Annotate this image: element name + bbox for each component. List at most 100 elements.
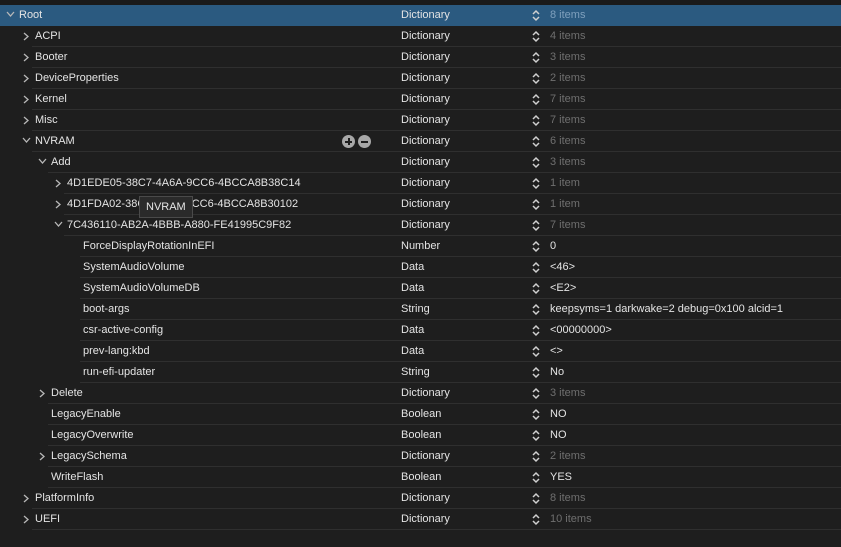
type-popup[interactable]: Boolean	[401, 425, 441, 445]
up-down-stepper-icon[interactable]	[532, 408, 540, 421]
up-down-stepper-icon[interactable]	[532, 471, 540, 484]
outline-row[interactable]: SystemAudioVolume Data <46>	[0, 257, 841, 278]
value-field[interactable]: 8 items	[550, 5, 585, 25]
value-field[interactable]: <E2>	[550, 278, 576, 298]
chevron-right-icon[interactable]	[21, 488, 31, 511]
outline-row[interactable]: Add Dictionary 3 items	[0, 152, 841, 173]
type-popup[interactable]: Boolean	[401, 467, 441, 487]
outline-row[interactable]: ForceDisplayRotationInEFI Number 0	[0, 236, 841, 257]
key-label[interactable]: LegacySchema	[51, 446, 127, 466]
type-popup[interactable]: Dictionary	[401, 89, 450, 109]
up-down-stepper-icon[interactable]	[532, 30, 540, 43]
outline-row[interactable]: Booter Dictionary 3 items	[0, 47, 841, 68]
up-down-stepper-icon[interactable]	[532, 219, 540, 232]
type-popup[interactable]: Data	[401, 320, 424, 340]
up-down-stepper-icon[interactable]	[532, 450, 540, 463]
key-label[interactable]: PlatformInfo	[35, 488, 94, 508]
value-field[interactable]: 7 items	[550, 89, 585, 109]
up-down-stepper-icon[interactable]	[532, 429, 540, 442]
type-popup[interactable]: Dictionary	[401, 68, 450, 88]
value-field[interactable]: 6 items	[550, 131, 585, 151]
chevron-right-icon[interactable]	[21, 68, 31, 91]
up-down-stepper-icon[interactable]	[532, 135, 540, 148]
outline-row[interactable]: run-efi-updater String No	[0, 362, 841, 383]
type-popup[interactable]: Dictionary	[401, 446, 450, 466]
outline-row[interactable]: Misc Dictionary 7 items	[0, 110, 841, 131]
value-field[interactable]: 1 item	[550, 194, 580, 214]
key-label[interactable]: SystemAudioVolume	[83, 257, 185, 277]
outline-row[interactable]: NVRAM Dictionary 6 items	[0, 131, 841, 152]
key-label[interactable]: Delete	[51, 383, 83, 403]
type-popup[interactable]: Number	[401, 236, 440, 256]
key-label[interactable]: Add	[51, 152, 71, 172]
value-field[interactable]: 10 items	[550, 509, 592, 529]
up-down-stepper-icon[interactable]	[532, 177, 540, 190]
outline-row[interactable]: 4D1FDA02-38C7-4A6A-9CC6-4BCCA8B30102Dict…	[0, 194, 841, 215]
outline-row[interactable]: Delete Dictionary 3 items	[0, 383, 841, 404]
type-popup[interactable]: Dictionary	[401, 383, 450, 403]
value-field[interactable]: 1 item	[550, 173, 580, 193]
outline-row[interactable]: WriteFlash Boolean YES	[0, 467, 841, 488]
key-label[interactable]: Misc	[35, 110, 58, 130]
up-down-stepper-icon[interactable]	[532, 240, 540, 253]
type-popup[interactable]: Boolean	[401, 404, 441, 424]
value-field[interactable]: keepsyms=1 darkwake=2 debug=0x100 alcid=…	[550, 299, 783, 319]
value-field[interactable]: 7 items	[550, 215, 585, 235]
value-field[interactable]: 3 items	[550, 383, 585, 403]
key-label[interactable]: UEFI	[35, 509, 60, 529]
up-down-stepper-icon[interactable]	[532, 72, 540, 85]
up-down-stepper-icon[interactable]	[532, 93, 540, 106]
chevron-down-icon[interactable]	[21, 131, 31, 151]
chevron-right-icon[interactable]	[21, 47, 31, 70]
key-label[interactable]: NVRAM	[35, 131, 75, 151]
type-popup[interactable]: Dictionary	[401, 131, 450, 151]
outline-row[interactable]: SystemAudioVolumeDB Data <E2>	[0, 278, 841, 299]
up-down-stepper-icon[interactable]	[532, 198, 540, 211]
chevron-down-icon[interactable]	[53, 215, 63, 235]
key-label[interactable]: WriteFlash	[51, 467, 103, 487]
key-label[interactable]: LegacyEnable	[51, 404, 121, 424]
chevron-right-icon[interactable]	[21, 509, 31, 532]
up-down-stepper-icon[interactable]	[532, 51, 540, 64]
chevron-right-icon[interactable]	[37, 383, 47, 406]
outline-row[interactable]: LegacySchema Dictionary 2 items	[0, 446, 841, 467]
outline-row[interactable]: boot-args String keepsyms=1 darkwake=2 deb…	[0, 299, 841, 320]
value-field[interactable]: 7 items	[550, 110, 585, 130]
plist-outline[interactable]: Root Dictionary 8 items ACPI Dictionary 4 ite…	[0, 5, 841, 530]
chevron-right-icon[interactable]	[53, 173, 63, 196]
key-label[interactable]: run-efi-updater	[83, 362, 155, 382]
up-down-stepper-icon[interactable]	[532, 9, 540, 22]
chevron-right-icon[interactable]	[53, 194, 63, 217]
value-field[interactable]: 2 items	[550, 446, 585, 466]
type-popup[interactable]: Dictionary	[401, 173, 450, 193]
chevron-right-icon[interactable]	[21, 26, 31, 49]
outline-row[interactable]: PlatformInfo Dictionary 8 items	[0, 488, 841, 509]
value-field[interactable]: <00000000>	[550, 320, 612, 340]
value-field[interactable]: 0	[550, 236, 556, 256]
up-down-stepper-icon[interactable]	[532, 303, 540, 316]
chevron-right-icon[interactable]	[21, 110, 31, 133]
key-label[interactable]: DeviceProperties	[35, 68, 119, 88]
value-field[interactable]: No	[550, 362, 564, 382]
up-down-stepper-icon[interactable]	[532, 366, 540, 379]
value-field[interactable]: 2 items	[550, 68, 585, 88]
up-down-stepper-icon[interactable]	[532, 114, 540, 127]
type-popup[interactable]: Dictionary	[401, 488, 450, 508]
type-popup[interactable]: Dictionary	[401, 152, 450, 172]
type-popup[interactable]: Data	[401, 257, 424, 277]
key-label[interactable]: ForceDisplayRotationInEFI	[83, 236, 214, 256]
type-popup[interactable]: String	[401, 299, 430, 319]
outline-row[interactable]: 4D1EDE05-38C7-4A6A-9CC6-4BCCA8B38C14 Dict…	[0, 173, 841, 194]
outline-row[interactable]: LegacyOverwrite Boolean NO	[0, 425, 841, 446]
outline-row[interactable]: prev-lang:kbd Data <>	[0, 341, 841, 362]
outline-row[interactable]: Kernel Dictionary 7 items	[0, 89, 841, 110]
value-field[interactable]: NO	[550, 425, 567, 445]
value-field[interactable]: 3 items	[550, 47, 585, 67]
chevron-down-icon[interactable]	[5, 5, 15, 25]
up-down-stepper-icon[interactable]	[532, 261, 540, 274]
chevron-right-icon[interactable]	[21, 89, 31, 112]
type-popup[interactable]: Data	[401, 341, 424, 361]
up-down-stepper-icon[interactable]	[532, 282, 540, 295]
outline-row[interactable]: LegacyEnable Boolean NO	[0, 404, 841, 425]
type-popup[interactable]: Data	[401, 278, 424, 298]
